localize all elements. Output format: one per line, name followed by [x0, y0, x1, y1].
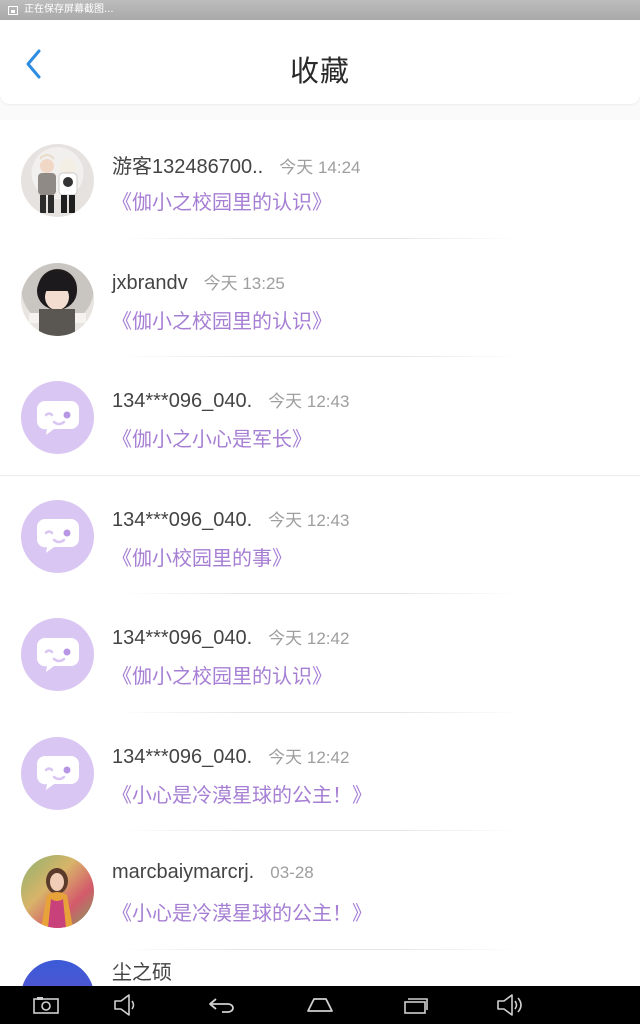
system-nav-bar: [0, 986, 640, 1024]
back-icon: [209, 998, 234, 1013]
volume-down-icon: [114, 994, 135, 1016]
avatar[interactable]: [21, 381, 94, 454]
favorite-title[interactable]: 《伽小之校园里的认识》: [112, 660, 332, 689]
favorites-screen: 正在保存屏幕截图... 收藏 游客132486700.. 今天 14:24 《伽…: [0, 0, 640, 1024]
volume-down-button[interactable]: [102, 986, 150, 1024]
username: 134***096_040.: [112, 390, 253, 412]
home-icon: [307, 998, 333, 1012]
timestamp: 今天 13:25: [203, 273, 285, 293]
avatar[interactable]: [21, 499, 94, 573]
favorite-item[interactable]: 游客132486700.. 今天 14:24 《伽小之校园里的认识》: [0, 120, 640, 239]
timestamp: 今天 12:42: [268, 629, 350, 648]
avatar[interactable]: [21, 144, 94, 217]
avatar-photo-image: [41, 868, 73, 928]
favorite-item[interactable]: 134***096_040. 今天 12:42 《伽小之校园里的认识》: [0, 594, 640, 713]
volume-up-button[interactable]: [486, 986, 534, 1024]
username: 尘之硕: [112, 959, 172, 984]
recents-button[interactable]: [392, 986, 440, 1024]
page-title: 收藏: [289, 54, 350, 88]
favorite-title[interactable]: 《小心是冷漠星球的公主！》: [112, 779, 372, 808]
favorite-title[interactable]: 《伽小校园里的事》: [112, 542, 292, 571]
avatar[interactable]: [21, 736, 94, 810]
username: jxbrandv: [112, 271, 188, 294]
avatar[interactable]: [21, 618, 94, 691]
timestamp: 今天 12:43: [268, 392, 350, 411]
header: 收藏: [0, 20, 640, 104]
favorites-list[interactable]: 游客132486700.. 今天 14:24 《伽小之校园里的认识》 jxbra…: [0, 120, 640, 986]
username: marcbaiymarcrj.: [112, 861, 255, 883]
favorite-item[interactable]: 134***096_040. 今天 12:42 《小心是冷漠星球的公主！》: [0, 713, 640, 831]
username: 游客132486700..: [112, 156, 264, 178]
screenshot-icon: [33, 997, 59, 1014]
nav-back-button[interactable]: [198, 986, 246, 1024]
screenshot-notification-icon: [8, 5, 18, 15]
favorite-item[interactable]: jxbrandv 今天 13:25 《伽小之校园里的认识》: [0, 239, 640, 357]
favorite-item[interactable]: marcbaiymarcrj. 03-28 《小心是冷漠星球的公主！》: [0, 831, 640, 950]
avatar-photo-image: [29, 271, 86, 336]
status-bar: 正在保存屏幕截图...: [0, 0, 640, 20]
avatar-photo-image: [38, 154, 78, 213]
favorite-item[interactable]: 134***096_040. 今天 12:43 《伽小校园里的事》: [0, 476, 640, 594]
avatar[interactable]: [21, 959, 94, 986]
avatar[interactable]: [21, 855, 94, 928]
screenshot-button[interactable]: [22, 986, 70, 1024]
volume-up-icon: [497, 994, 522, 1016]
username: 134***096_040.: [112, 745, 253, 768]
avatar[interactable]: [21, 262, 94, 336]
chat-bubble-icon: [36, 519, 79, 553]
favorite-item[interactable]: 134***096_040. 今天 12:43 《伽小之小心是军长》: [0, 357, 640, 476]
favorite-title[interactable]: 《伽小之校园里的认识》: [112, 305, 332, 334]
timestamp: 今天 14:24: [279, 158, 361, 177]
home-button[interactable]: [296, 986, 344, 1024]
favorite-title[interactable]: 《小心是冷漠星球的公主！》: [112, 897, 372, 926]
timestamp: 今天 12:42: [268, 747, 350, 767]
favorite-title[interactable]: 《伽小之小心是军长》: [112, 423, 312, 452]
favorite-title[interactable]: 《伽小之校园里的认识》: [112, 186, 332, 215]
chat-bubble-icon: [36, 400, 79, 435]
recents-icon: [404, 998, 428, 1014]
username: 134***096_040.: [112, 627, 253, 649]
chat-bubble-icon: [36, 637, 79, 672]
timestamp: 今天 12:43: [268, 510, 350, 530]
status-text: 正在保存屏幕截图...: [24, 4, 114, 15]
timestamp: 03-28: [270, 863, 314, 882]
chat-bubble-icon: [36, 756, 79, 790]
username: 134***096_040.: [112, 508, 253, 531]
favorite-item[interactable]: 尘之硕: [0, 950, 640, 986]
